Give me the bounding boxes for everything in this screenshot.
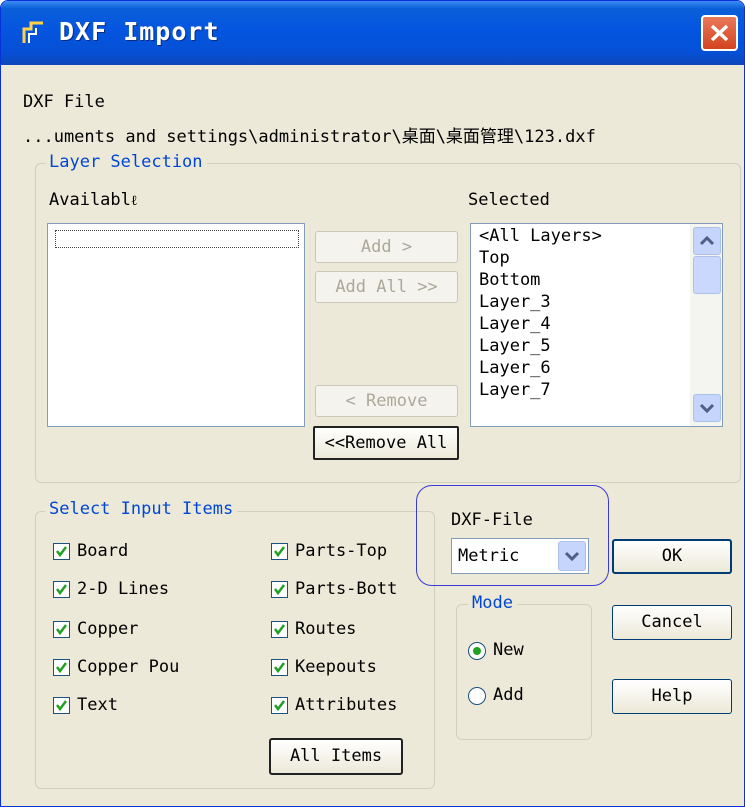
list-item[interactable]: Layer_3	[479, 292, 551, 312]
list-item[interactable]: Bottom	[479, 270, 540, 290]
units-dropdown-button[interactable]	[558, 541, 586, 571]
checkbox[interactable]	[271, 543, 288, 560]
check-icon	[274, 662, 285, 674]
check-icon	[56, 662, 67, 674]
list-item[interactable]: Layer_6	[479, 358, 551, 378]
checkbox-label: Parts-Bott	[295, 579, 398, 599]
add-all-button[interactable]: Add All >>	[315, 271, 458, 303]
checkbox[interactable]	[271, 659, 288, 676]
ok-button[interactable]: OK	[612, 539, 732, 574]
available-layers-list[interactable]	[47, 223, 305, 427]
selected-label: Selected	[468, 190, 550, 210]
close-icon	[710, 24, 729, 42]
checkbox[interactable]	[53, 659, 70, 676]
remove-all-button[interactable]: <<Remove All	[313, 426, 459, 460]
scroll-down-button[interactable]	[693, 394, 721, 422]
remove-button[interactable]: < Remove	[315, 385, 458, 417]
check-icon	[274, 584, 285, 596]
chevron-down-icon	[699, 403, 715, 414]
checkbox[interactable]	[53, 543, 70, 560]
check-icon	[56, 700, 67, 712]
dxf-file-path: ...uments and settings\administrator\桌面\…	[23, 127, 596, 147]
chevron-down-icon	[564, 551, 580, 562]
add-button[interactable]: Add >	[315, 231, 458, 263]
checkbox[interactable]	[53, 621, 70, 638]
selected-layers-list[interactable]: <All Layers> Top Bottom Layer_3 Layer_4 …	[470, 223, 723, 427]
help-button[interactable]: Help	[612, 679, 732, 714]
scroll-up-button[interactable]	[693, 227, 721, 255]
cancel-button[interactable]: Cancel	[612, 605, 732, 640]
focus-rect	[55, 230, 299, 248]
check-icon	[274, 546, 285, 558]
chevron-up-icon	[699, 235, 715, 246]
units-select-value: Metric	[458, 546, 520, 566]
checkbox-label: Keepouts	[295, 657, 377, 677]
list-item[interactable]: <All Layers>	[479, 226, 602, 246]
scroll-thumb[interactable]	[693, 256, 721, 294]
radio-button[interactable]	[468, 687, 486, 705]
checkbox-label: Parts-Top	[295, 541, 388, 561]
checkbox[interactable]	[53, 581, 70, 598]
list-item[interactable]: Layer_4	[479, 314, 551, 334]
radio-label: Add	[493, 685, 524, 705]
list-item[interactable]: Top	[479, 248, 510, 268]
dxf-import-dialog: DXF Import DXF File ...uments and settin…	[0, 0, 745, 807]
check-icon	[274, 624, 285, 636]
checkbox-label: Text	[77, 695, 118, 715]
mode-group	[456, 604, 592, 740]
mode-title: Mode	[468, 593, 517, 613]
checkbox-label: Copper	[77, 619, 139, 639]
checkbox-label: Routes	[295, 619, 357, 639]
available-label: Availablℓ	[49, 190, 138, 210]
close-button[interactable]	[701, 15, 738, 51]
checkbox[interactable]	[53, 697, 70, 714]
checkbox[interactable]	[271, 697, 288, 714]
input-items-title: Select Input Items	[45, 499, 238, 519]
check-icon	[274, 700, 285, 712]
check-icon	[56, 584, 67, 596]
window-title: DXF Import	[59, 17, 220, 46]
checkbox-label: Board	[77, 541, 129, 561]
scrollbar[interactable]	[690, 224, 722, 426]
checkbox-label: Copper Pou	[77, 657, 180, 677]
radio-label: New	[493, 640, 524, 660]
title-bar[interactable]: DXF Import	[1, 1, 744, 65]
checkbox-label: Attributes	[295, 695, 398, 715]
radio-button[interactable]	[468, 642, 486, 660]
app-icon	[21, 19, 47, 47]
check-icon	[56, 624, 67, 636]
layer-selection-title: Layer Selection	[45, 152, 207, 172]
checkbox[interactable]	[271, 621, 288, 638]
list-item[interactable]: Layer_7	[479, 380, 551, 400]
units-select[interactable]: Metric	[451, 538, 589, 574]
checkbox[interactable]	[271, 581, 288, 598]
dxf-file-label: DXF File	[23, 92, 105, 112]
dxf-file-units-label: DXF-File	[451, 510, 533, 530]
list-item[interactable]: Layer_5	[479, 336, 551, 356]
check-icon	[56, 546, 67, 558]
all-items-button[interactable]: All Items	[269, 738, 403, 775]
checkbox-label: 2-D Lines	[77, 579, 170, 599]
